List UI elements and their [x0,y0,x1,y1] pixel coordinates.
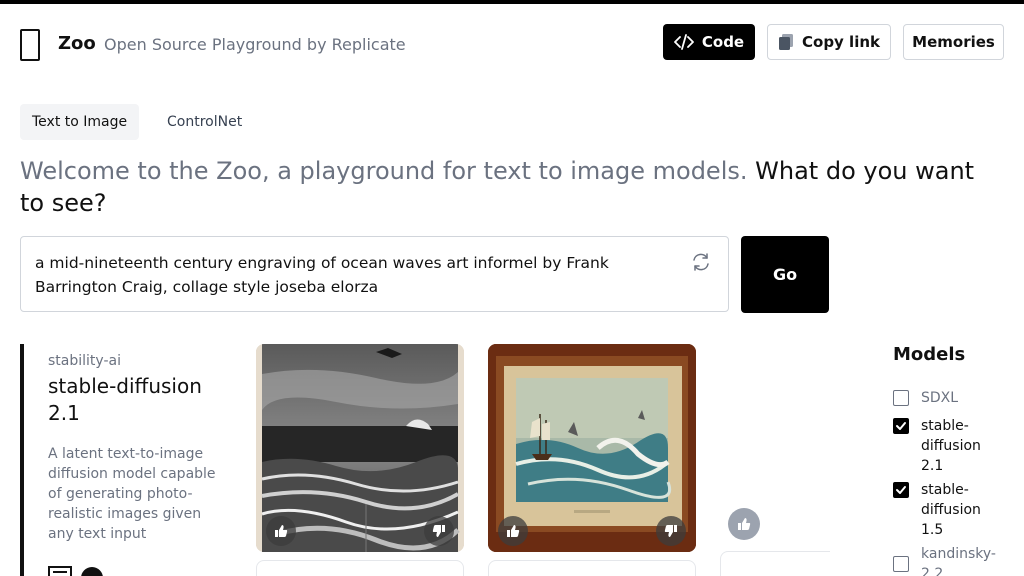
checkmark-icon [896,422,906,430]
thumbs-up-icon [738,518,751,530]
model-card-links [48,566,104,576]
go-button[interactable]: Go [741,236,829,313]
model-description: A latent text-to-image diffusion model c… [48,446,216,542]
thumbs-up-button[interactable] [498,516,528,546]
headline-welcome: Welcome to the Zoo, a playground for tex… [20,157,748,185]
thumbs-up-button[interactable] [266,516,296,546]
memories-label: Memories [912,33,995,51]
image-card-placeholder [488,560,696,576]
thumbs-down-icon [432,525,445,537]
thumbs-up-button[interactable] [728,508,760,540]
code-icon [673,34,694,50]
model-option-label: stable-diffusion 2.1 [921,418,981,474]
model-card-accent [20,344,24,576]
copy-icon [779,34,793,50]
tab-text-to-image[interactable]: Text to Image [20,104,140,140]
thumbs-down-button[interactable] [656,516,686,546]
page-headline: Welcome to the Zoo, a playground for tex… [20,155,1000,219]
model-option-label: kandinsky-2.2 [921,546,996,576]
document-icon[interactable] [48,566,72,576]
model-option-stable-diffusion-1-5[interactable]: stable-diffusion 1.5 [893,480,1001,540]
image-card-placeholder [720,551,830,576]
refresh-prompt-icon[interactable] [690,251,712,273]
tab-controlnet[interactable]: ControlNet [155,104,254,140]
code-button[interactable]: Code [663,24,755,60]
copy-link-label: Copy link [802,33,880,51]
checkbox[interactable] [893,482,909,498]
checkbox[interactable] [893,556,909,572]
image-card-placeholder [256,560,464,576]
generated-image-1[interactable] [256,344,464,552]
model-option-stable-diffusion-2-1[interactable]: stable-diffusion 2.1 [893,416,1001,476]
model-option-kandinsky-2-2[interactable]: kandinsky-2.2 [893,544,1001,576]
models-panel-title: Models [893,344,966,365]
zoo-logo-icon [20,29,40,61]
top-accent-bar [0,0,1024,4]
code-button-label: Code [701,33,745,51]
model-name[interactable]: stable-diffusion 2.1 [48,373,228,427]
thumbs-down-button[interactable] [424,516,454,546]
thumbs-up-icon [507,525,520,537]
model-option-label: SDXL [921,390,959,406]
github-icon[interactable] [80,566,104,576]
thumbs-down-icon [664,525,677,537]
checkmark-icon [896,486,906,494]
brand-name[interactable]: Zoo [58,33,96,54]
model-option-sdxl[interactable]: SDXL [893,388,1001,408]
memories-button[interactable]: Memories [903,24,1004,60]
brand-tagline: Open Source Playground by Replicate [104,35,406,54]
model-option-label: stable-diffusion 1.5 [921,482,981,538]
thumbs-up-icon [275,525,288,537]
generated-image-2[interactable] [488,344,696,552]
model-owner: stability-ai [48,353,121,369]
checkbox[interactable] [893,418,909,434]
checkbox[interactable] [893,390,909,406]
prompt-input[interactable]: a mid-nineteenth century engraving of oc… [20,236,729,312]
copy-link-button[interactable]: Copy link [767,24,891,60]
